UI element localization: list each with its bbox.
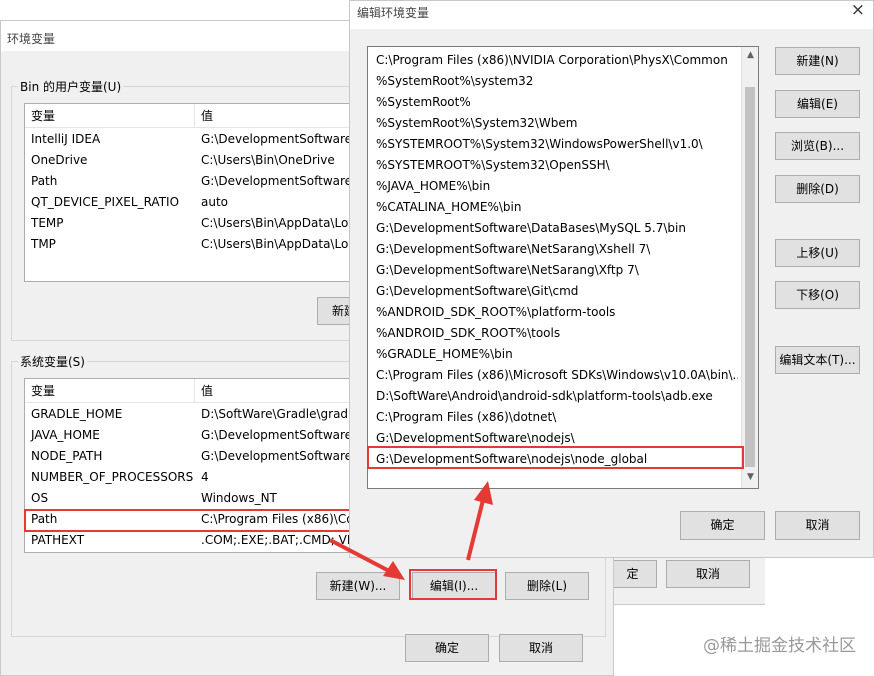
path-list-item[interactable]: C:\Program Files (x86)\NVIDIA Corporatio…: [371, 50, 738, 71]
path-list-item[interactable]: G:\DevelopmentSoftware\NetSarang\Xshell …: [371, 239, 738, 260]
variable-name: NUMBER_OF_PROCESSORS: [31, 470, 194, 484]
variable-value: C:\Users\Bin\OneDrive: [201, 153, 335, 167]
variable-value: G:\DevelopmentSoftware\: [201, 449, 354, 463]
scrollbar-thumb[interactable]: [745, 87, 755, 467]
variable-value: C:\Program Files (x86)\Co: [201, 512, 354, 526]
table-row[interactable]: PATHEXT .COM;.EXE;.BAT;.CMD;.VBS: [25, 530, 354, 551]
delete-variable-button[interactable]: 删除(L): [505, 572, 589, 600]
path-list-item[interactable]: G:\DevelopmentSoftware\DataBases\MySQL 5…: [371, 218, 738, 239]
table-row[interactable]: NUMBER_OF_PROCESSORS 4: [25, 467, 354, 488]
path-list-item[interactable]: %SYSTEMROOT%\System32\OpenSSH\: [371, 155, 738, 176]
variable-value: G:\DevelopmentSoftware\: [201, 132, 354, 146]
variable-value: .COM;.EXE;.BAT;.CMD;.VBS: [201, 533, 354, 547]
path-list-item[interactable]: G:\DevelopmentSoftware\nodejs\node_globa…: [371, 449, 738, 470]
path-list-item[interactable]: D:\SoftWare\Android\android-sdk\platform…: [371, 386, 738, 407]
table-row[interactable]: GRADLE_HOME D:\SoftWare\Gradle\gradl: [25, 404, 354, 425]
variable-name: GRADLE_HOME: [31, 407, 123, 421]
edit-text-button[interactable]: 编辑文本(T)...: [775, 346, 860, 374]
path-list-item[interactable]: %CATALINA_HOME%\bin: [371, 197, 738, 218]
table-row[interactable]: TMP C:\Users\Bin\AppData\Loc: [25, 234, 354, 255]
dialog-ok-button[interactable]: 确定: [680, 511, 765, 540]
path-list-item[interactable]: %ANDROID_SDK_ROOT%\tools: [371, 323, 738, 344]
table-row[interactable]: IntelliJ IDEA G:\DevelopmentSoftware\: [25, 129, 354, 150]
path-list-item[interactable]: %ANDROID_SDK_ROOT%\platform-tools: [371, 302, 738, 323]
column-header-variable[interactable]: 变量: [25, 104, 195, 128]
column-header-value[interactable]: 值: [195, 379, 354, 403]
variable-name: Path: [31, 174, 58, 188]
path-list-item[interactable]: C:\Program Files (x86)\Microsoft SDKs\Wi…: [371, 365, 738, 386]
bg-cancel-button[interactable]: 取消: [666, 560, 750, 588]
variable-value: auto: [201, 195, 229, 209]
variable-name: OneDrive: [31, 153, 88, 167]
bg-ok-button[interactable]: 定: [609, 560, 657, 588]
cancel-button[interactable]: 取消: [499, 634, 583, 662]
path-list[interactable]: C:\Program Files (x86)\NVIDIA Corporatio…: [367, 46, 759, 489]
variable-name: TEMP: [31, 216, 64, 230]
path-list-item[interactable]: C:\Program Files (x86)\dotnet\: [371, 407, 738, 428]
edit-variable-button[interactable]: 编辑(I)...: [412, 572, 496, 600]
variable-value: C:\Users\Bin\AppData\Loc: [201, 216, 354, 230]
column-header-value[interactable]: 值: [195, 104, 354, 128]
variable-name: QT_DEVICE_PIXEL_RATIO: [31, 195, 180, 209]
scroll-up-icon[interactable]: ▲: [742, 47, 758, 64]
system-variables-label: 系统变量(S): [18, 353, 87, 370]
variable-name: PATHEXT: [31, 533, 85, 547]
edit-env-variable-dialog: 编辑环境变量 × C:\Program Files (x86)\NVIDIA C…: [349, 0, 874, 558]
table-row[interactable]: OS Windows_NT: [25, 488, 354, 509]
table-row[interactable]: OneDrive C:\Users\Bin\OneDrive: [25, 150, 354, 171]
path-list-item[interactable]: G:\DevelopmentSoftware\Git\cmd: [371, 281, 738, 302]
table-row[interactable]: Path G:\DevelopmentSoftware\: [25, 171, 354, 192]
edit-path-button[interactable]: 编辑(E): [775, 90, 860, 118]
variable-name: TMP: [31, 237, 56, 251]
variable-value: C:\Users\Bin\AppData\Loc: [201, 237, 354, 251]
new-variable-button[interactable]: 新建(W)...: [316, 572, 400, 600]
move-up-button[interactable]: 上移(U): [775, 239, 860, 267]
close-icon[interactable]: ×: [851, 1, 865, 19]
table-header: 变量 值: [25, 104, 354, 128]
path-list-item[interactable]: G:\DevelopmentSoftware\nodejs\: [371, 428, 738, 449]
path-list-item[interactable]: G:\DevelopmentSoftware\NetSarang\Xftp 7\: [371, 260, 738, 281]
scroll-down-icon[interactable]: ▼: [742, 469, 758, 486]
path-list-item[interactable]: %SystemRoot%\system32: [371, 71, 738, 92]
user-variables-table[interactable]: 变量 值 IntelliJ IDEA G:\DevelopmentSoftware…: [24, 103, 354, 282]
variable-name: OS: [31, 491, 49, 505]
delete-path-button[interactable]: 删除(D): [775, 175, 860, 203]
dialog-title-text: 编辑环境变量: [357, 6, 430, 20]
browse-button[interactable]: 浏览(B)...: [775, 132, 860, 160]
table-row[interactable]: TEMP C:\Users\Bin\AppData\Loc: [25, 213, 354, 234]
path-list-item[interactable]: %SystemRoot%: [371, 92, 738, 113]
dialog-cancel-button[interactable]: 取消: [775, 511, 860, 540]
variable-name: Path: [31, 512, 58, 526]
table-row[interactable]: QT_DEVICE_PIXEL_RATIO auto: [25, 192, 354, 213]
variable-value: D:\SoftWare\Gradle\gradl: [201, 407, 352, 421]
ok-button[interactable]: 确定: [405, 634, 489, 662]
path-list-scrollbar[interactable]: ▲ ▼: [741, 47, 758, 488]
path-list-item[interactable]: %GRADLE_HOME%\bin: [371, 344, 738, 365]
path-list-item[interactable]: %SYSTEMROOT%\System32\WindowsPowerShell\…: [371, 134, 738, 155]
variable-value: 4: [201, 470, 209, 484]
table-header: 变量 值: [25, 379, 354, 403]
table-row[interactable]: JAVA_HOME G:\DevelopmentSoftware\: [25, 425, 354, 446]
variable-value: Windows_NT: [201, 491, 277, 505]
dialog-title: 编辑环境变量: [350, 1, 873, 29]
variable-name: IntelliJ IDEA: [31, 132, 101, 146]
variable-name: JAVA_HOME: [31, 428, 100, 442]
variable-value: G:\DevelopmentSoftware\: [201, 428, 354, 442]
path-list-item[interactable]: %JAVA_HOME%\bin: [371, 176, 738, 197]
column-header-variable[interactable]: 变量: [25, 379, 195, 403]
table-row[interactable]: NODE_PATH G:\DevelopmentSoftware\: [25, 446, 354, 467]
system-variables-table[interactable]: 变量 值 GRADLE_HOME D:\SoftWare\Gradle\gradl…: [24, 378, 354, 553]
path-list-item[interactable]: %SystemRoot%\System32\Wbem: [371, 113, 738, 134]
watermark: @稀土掘金技术社区: [703, 636, 856, 656]
user-variables-label: Bin 的用户变量(U): [18, 78, 124, 95]
variable-name: NODE_PATH: [31, 449, 103, 463]
new-path-button[interactable]: 新建(N): [775, 47, 860, 75]
move-down-button[interactable]: 下移(O): [775, 281, 860, 309]
variable-value: G:\DevelopmentSoftware\: [201, 174, 354, 188]
table-row[interactable]: Path C:\Program Files (x86)\Co: [25, 509, 354, 530]
